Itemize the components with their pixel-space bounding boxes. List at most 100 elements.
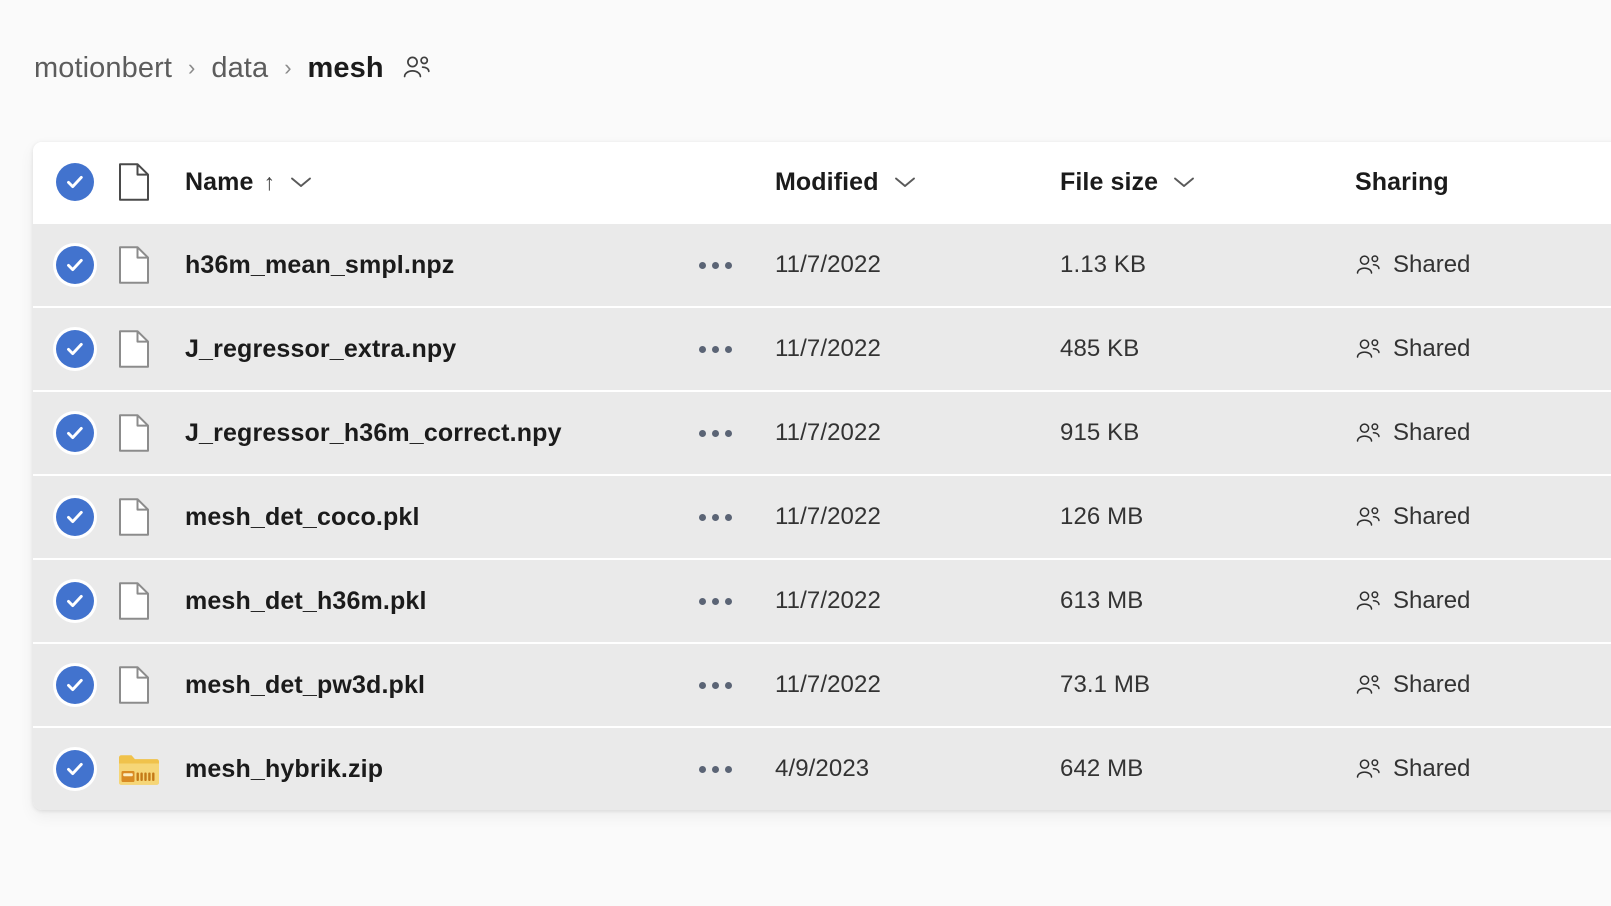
file-size-value: 915 KB <box>1060 419 1140 446</box>
breadcrumb-item-motionbert[interactable]: motionbert <box>34 53 172 83</box>
file-name[interactable]: mesh_det_h36m.pkl <box>185 587 427 616</box>
row-checkbox[interactable] <box>33 750 107 788</box>
chevron-down-icon[interactable] <box>893 175 917 189</box>
people-icon <box>1355 590 1382 613</box>
file-name[interactable]: mesh_det_pw3d.pkl <box>185 671 425 700</box>
row-sharing-cell[interactable]: Shared <box>1355 671 1611 699</box>
row-size-cell: 915 KB <box>1060 419 1355 447</box>
row-name-cell[interactable]: mesh_det_h36m.pkl <box>185 587 770 616</box>
file-size-column-label: File size <box>1060 167 1159 196</box>
select-all-checkbox[interactable] <box>33 163 107 201</box>
row-checkbox[interactable] <box>33 666 107 704</box>
table-row[interactable]: h36m_mean_smpl.npz 11/7/2022 1.13 KB Sha… <box>33 222 1611 306</box>
file-size-column-header[interactable]: File size <box>1060 168 1355 197</box>
ellipsis-icon[interactable] <box>695 504 736 531</box>
check-circle-icon <box>56 582 94 620</box>
ellipsis-icon[interactable] <box>695 420 736 447</box>
row-sharing-cell[interactable]: Shared <box>1355 587 1611 615</box>
check-circle-icon <box>56 750 94 788</box>
row-file-icon-cell <box>107 665 185 705</box>
people-icon <box>1355 674 1382 697</box>
file-size-value: 126 MB <box>1060 503 1144 530</box>
chevron-down-icon[interactable] <box>289 175 313 189</box>
check-circle-icon <box>56 666 94 704</box>
file-list-card: Name ↑ Modified File size Sharing h36m_m… <box>33 142 1611 810</box>
row-modified-cell: 4/9/2023 <box>770 755 1060 783</box>
name-column-header[interactable]: Name ↑ <box>185 168 770 197</box>
people-icon <box>1355 422 1382 445</box>
check-circle-icon <box>56 330 94 368</box>
row-name-cell[interactable]: mesh_hybrik.zip <box>185 755 770 784</box>
ellipsis-icon[interactable] <box>695 252 736 279</box>
ellipsis-icon[interactable] <box>695 672 736 699</box>
row-checkbox[interactable] <box>33 330 107 368</box>
row-name-cell[interactable]: h36m_mean_smpl.npz <box>185 251 770 280</box>
row-sharing-cell[interactable]: Shared <box>1355 419 1611 447</box>
modified-value: 11/7/2022 <box>775 503 881 530</box>
file-name[interactable]: J_regressor_extra.npy <box>185 335 456 364</box>
breadcrumb-item-mesh[interactable]: mesh <box>308 53 384 83</box>
row-name-cell[interactable]: J_regressor_h36m_correct.npy <box>185 419 770 448</box>
modified-value: 11/7/2022 <box>775 251 881 278</box>
row-sharing-cell[interactable]: Shared <box>1355 251 1611 279</box>
row-checkbox[interactable] <box>33 414 107 452</box>
row-size-cell: 485 KB <box>1060 335 1355 363</box>
file-type-column-header[interactable] <box>107 162 185 202</box>
table-row[interactable]: mesh_det_h36m.pkl 11/7/2022 613 MB Share… <box>33 558 1611 642</box>
breadcrumb-separator: › <box>188 55 196 80</box>
table-row[interactable]: mesh_det_coco.pkl 11/7/2022 126 MB Share… <box>33 474 1611 558</box>
sharing-column-header[interactable]: Sharing <box>1355 168 1611 197</box>
people-icon <box>1355 758 1382 781</box>
breadcrumb-separator: › <box>284 55 292 80</box>
row-sharing-cell[interactable]: Shared <box>1355 503 1611 531</box>
row-size-cell: 126 MB <box>1060 503 1355 531</box>
row-sharing-cell[interactable]: Shared <box>1355 755 1611 783</box>
modified-column-header[interactable]: Modified <box>770 168 1060 197</box>
file-size-value: 73.1 MB <box>1060 671 1151 698</box>
row-size-cell: 73.1 MB <box>1060 671 1355 699</box>
row-modified-cell: 11/7/2022 <box>770 587 1060 615</box>
sort-ascending-icon: ↑ <box>263 168 276 195</box>
row-modified-cell: 11/7/2022 <box>770 419 1060 447</box>
modified-value: 4/9/2023 <box>775 755 870 782</box>
sharing-status: Shared <box>1393 671 1471 698</box>
sharing-status: Shared <box>1393 335 1471 362</box>
row-size-cell: 642 MB <box>1060 755 1355 783</box>
file-name[interactable]: mesh_det_coco.pkl <box>185 503 420 532</box>
modified-value: 11/7/2022 <box>775 671 881 698</box>
row-checkbox[interactable] <box>33 582 107 620</box>
row-checkbox[interactable] <box>33 246 107 284</box>
people-icon <box>1355 338 1382 361</box>
modified-value: 11/7/2022 <box>775 419 881 446</box>
row-name-cell[interactable]: J_regressor_extra.npy <box>185 335 770 364</box>
row-checkbox[interactable] <box>33 498 107 536</box>
file-name[interactable]: h36m_mean_smpl.npz <box>185 251 454 280</box>
sharing-status: Shared <box>1393 503 1471 530</box>
ellipsis-icon[interactable] <box>695 756 736 783</box>
row-name-cell[interactable]: mesh_det_coco.pkl <box>185 503 770 532</box>
table-row[interactable]: mesh_hybrik.zip 4/9/2023 642 MB Shared <box>33 726 1611 810</box>
row-sharing-cell[interactable]: Shared <box>1355 335 1611 363</box>
check-circle-icon <box>56 246 94 284</box>
ellipsis-icon[interactable] <box>695 336 736 363</box>
file-list-header: Name ↑ Modified File size Sharing <box>33 142 1611 222</box>
row-size-cell: 1.13 KB <box>1060 251 1355 279</box>
chevron-down-icon[interactable] <box>1172 175 1196 189</box>
sharing-status: Shared <box>1393 251 1471 278</box>
table-row[interactable]: J_regressor_h36m_correct.npy 11/7/2022 9… <box>33 390 1611 474</box>
file-name[interactable]: J_regressor_h36m_correct.npy <box>185 419 562 448</box>
ellipsis-icon[interactable] <box>695 588 736 615</box>
row-file-icon-cell <box>107 245 185 285</box>
row-name-cell[interactable]: mesh_det_pw3d.pkl <box>185 671 770 700</box>
breadcrumb-item-data[interactable]: data <box>211 53 268 83</box>
row-modified-cell: 11/7/2022 <box>770 503 1060 531</box>
file-name[interactable]: mesh_hybrik.zip <box>185 755 383 784</box>
name-column-label: Name <box>185 167 254 196</box>
people-icon <box>402 55 432 81</box>
sharing-column-label: Sharing <box>1355 167 1449 196</box>
file-size-value: 613 MB <box>1060 587 1144 614</box>
modified-column-label: Modified <box>775 167 879 196</box>
file-size-value: 642 MB <box>1060 755 1144 782</box>
table-row[interactable]: mesh_det_pw3d.pkl 11/7/2022 73.1 MB Shar… <box>33 642 1611 726</box>
table-row[interactable]: J_regressor_extra.npy 11/7/2022 485 KB S… <box>33 306 1611 390</box>
